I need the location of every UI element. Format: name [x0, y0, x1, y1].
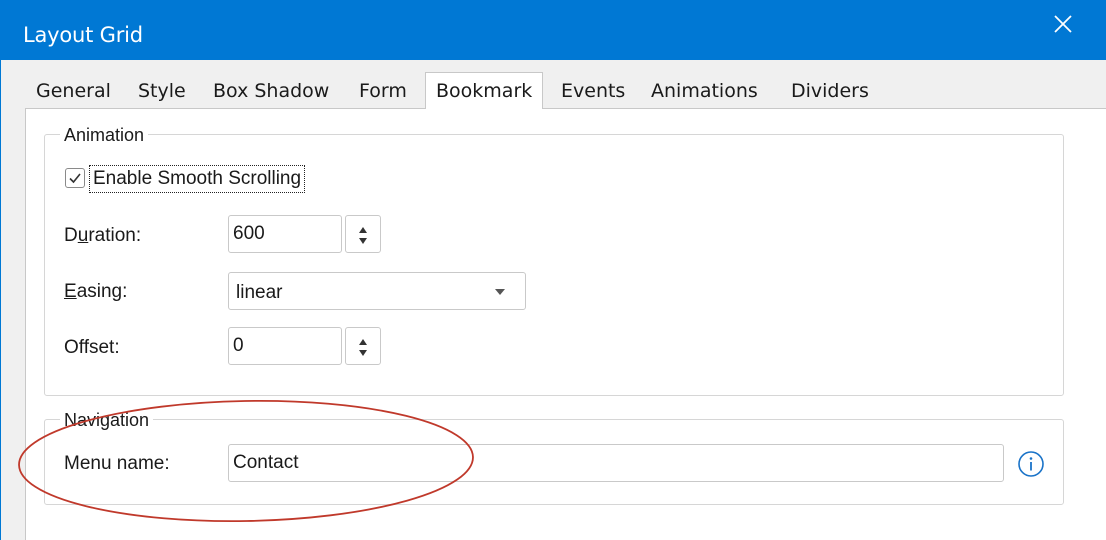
navigation-legend: Navigation	[60, 410, 154, 431]
duration-label-part: D	[64, 225, 78, 246]
tab-box-shadow[interactable]: Box Shadow	[213, 74, 329, 108]
tab-bookmark[interactable]: Bookmark	[425, 72, 544, 109]
spin-up-icon[interactable]	[359, 339, 367, 345]
title-bar: Layout Grid	[1, 0, 1106, 60]
info-icon	[1018, 451, 1044, 477]
dialog-window: Layout Grid General Style Box Shadow For…	[0, 0, 1106, 540]
offset-stepper[interactable]	[345, 327, 381, 365]
tab-animations[interactable]: Animations	[651, 74, 758, 108]
duration-label: Duration:	[64, 225, 141, 247]
offset-label: Offset:	[64, 337, 120, 358]
tab-form[interactable]: Form	[359, 74, 407, 108]
tab-events[interactable]: Events	[561, 74, 625, 108]
easing-label-part: asing:	[76, 281, 128, 302]
smooth-scrolling-label[interactable]: Enable Smooth Scrolling	[89, 165, 306, 193]
spin-up-icon[interactable]	[359, 227, 367, 233]
smooth-scrolling-checkbox[interactable]	[65, 168, 85, 188]
duration-label-mnemonic: u	[77, 225, 89, 246]
menu-name-label: Menu name:	[64, 453, 170, 474]
tab-general[interactable]: General	[36, 74, 111, 108]
spin-down-icon[interactable]	[359, 350, 367, 356]
close-button[interactable]	[1045, 6, 1081, 42]
spin-down-icon[interactable]	[359, 238, 367, 244]
tab-style[interactable]: Style	[138, 74, 186, 108]
window-title: Layout Grid	[23, 23, 143, 47]
easing-label-mnemonic: E	[64, 281, 77, 302]
duration-label-part: ration:	[88, 225, 142, 246]
offset-input[interactable]	[228, 327, 342, 365]
easing-select[interactable]: linear	[228, 272, 526, 310]
chevron-down-icon	[495, 289, 505, 295]
easing-label: Easing:	[64, 281, 127, 303]
tab-strip: General Style Box Shadow Form Bookmark E…	[1, 60, 1106, 109]
info-button[interactable]	[1016, 449, 1046, 479]
easing-value: linear	[236, 282, 283, 303]
duration-stepper[interactable]	[345, 215, 381, 253]
close-icon	[1054, 15, 1072, 33]
menu-name-input[interactable]	[228, 444, 1004, 482]
animation-legend: Animation	[60, 125, 149, 146]
tab-dividers[interactable]: Dividers	[791, 74, 869, 108]
duration-input[interactable]	[228, 215, 342, 253]
check-icon	[69, 173, 81, 184]
